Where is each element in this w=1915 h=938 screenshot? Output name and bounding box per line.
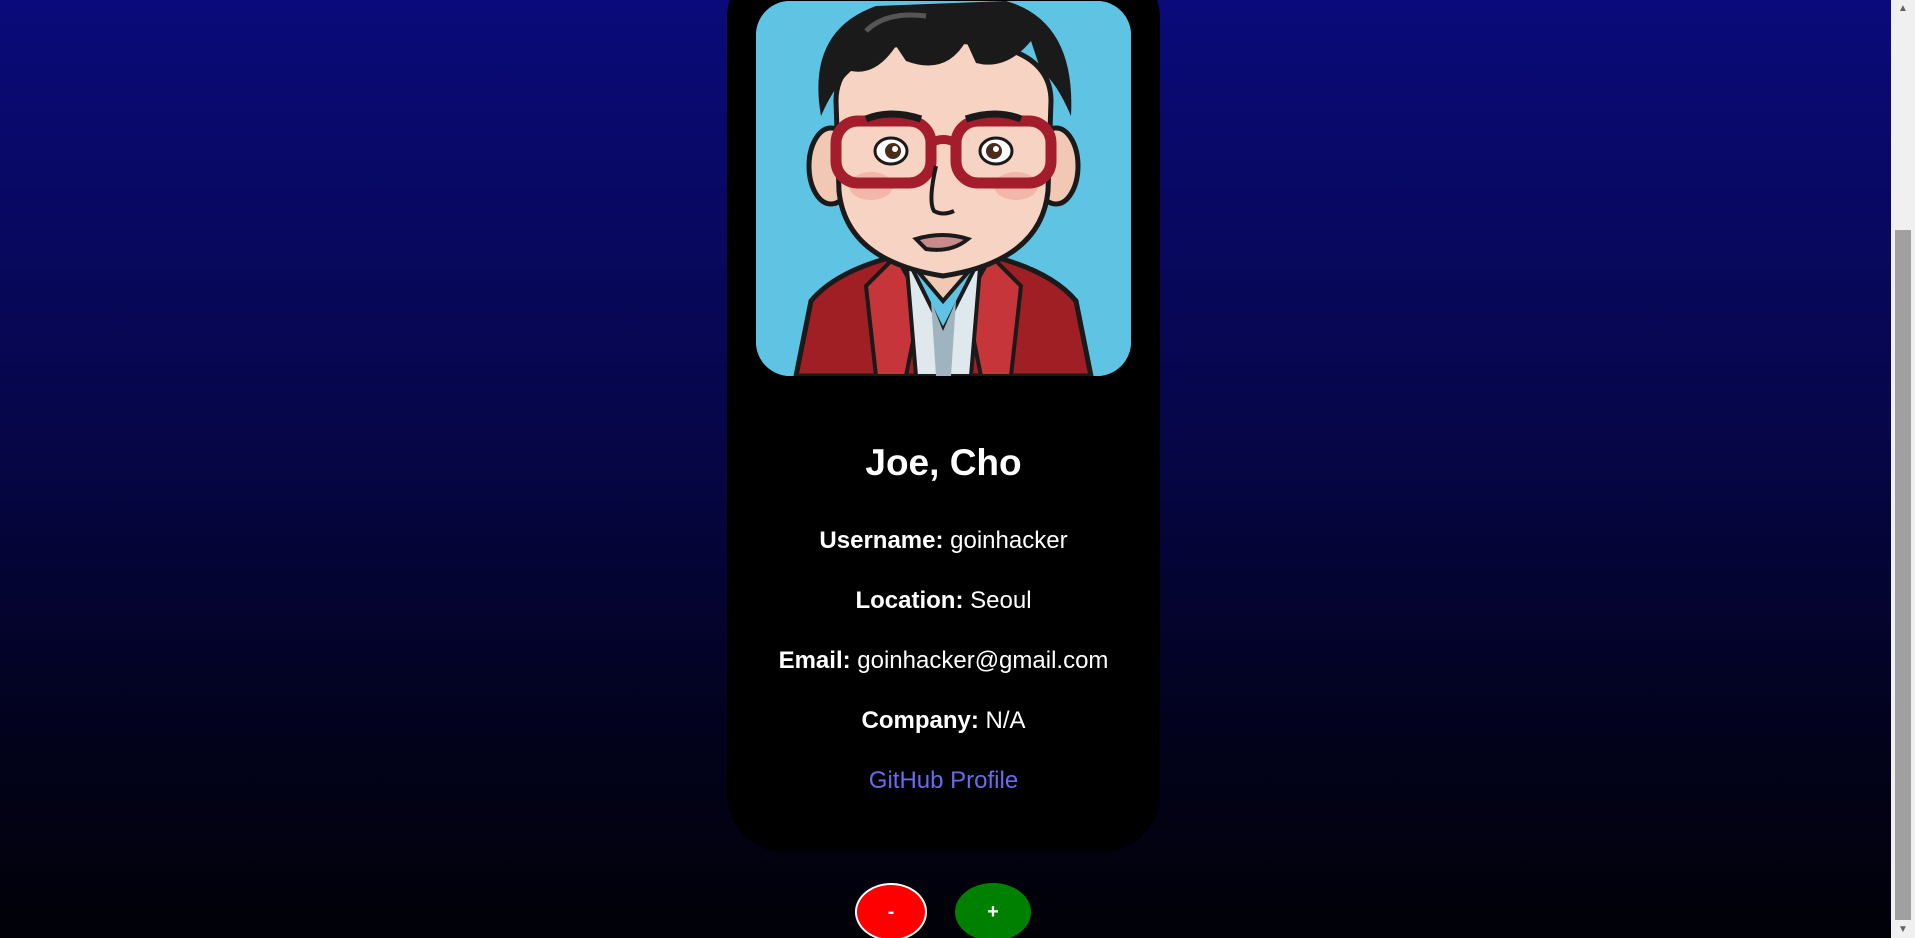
- username-label: Username:: [819, 527, 944, 554]
- email-value: goinhacker@gmail.com: [857, 647, 1109, 674]
- email-label: Email:: [778, 647, 851, 674]
- scroll-up-arrow-icon[interactable]: ▲: [1891, 0, 1915, 17]
- vertical-scrollbar[interactable]: ▲ ▼: [1891, 0, 1915, 938]
- company-label: Company:: [861, 707, 979, 734]
- page-viewport: Joe, Cho Username: goinhacker Location: …: [0, 0, 1891, 938]
- github-profile-link[interactable]: GitHub Profile: [727, 767, 1160, 795]
- location-value: Seoul: [970, 587, 1032, 614]
- company-value: N/A: [985, 707, 1026, 734]
- email-row: Email: goinhacker@gmail.com: [727, 647, 1160, 675]
- decrement-button[interactable]: -: [855, 883, 927, 938]
- profile-card: Joe, Cho Username: goinhacker Location: …: [727, 0, 1160, 852]
- location-row: Location: Seoul: [727, 587, 1160, 615]
- company-row: Company: N/A: [727, 707, 1160, 735]
- increment-button[interactable]: +: [955, 883, 1031, 938]
- cartoon-avatar-icon: [756, 1, 1131, 376]
- profile-name: Joe, Cho: [865, 442, 1022, 483]
- username-value: goinhacker: [950, 527, 1068, 554]
- scrollbar-thumb[interactable]: [1895, 230, 1911, 920]
- scroll-down-arrow-icon[interactable]: ▼: [1891, 921, 1915, 938]
- username-row: Username: goinhacker: [727, 527, 1160, 555]
- avatar: [756, 1, 1131, 376]
- location-label: Location:: [855, 587, 964, 614]
